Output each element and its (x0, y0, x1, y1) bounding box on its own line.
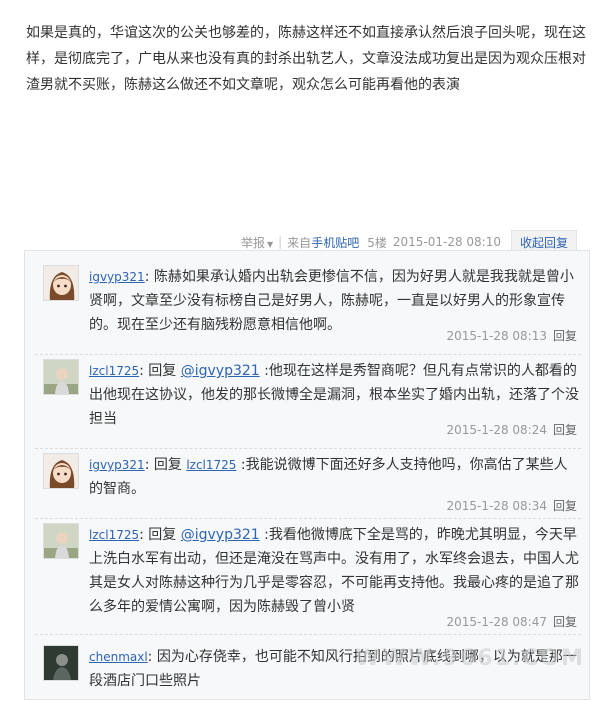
username-link[interactable]: lzcl1725 (89, 364, 139, 378)
report-link[interactable]: 举报 ▼ (241, 234, 273, 251)
post-text: 如果是真的，华谊这次的公关也够差的，陈赫这样还不如直接承认然后浪子回头呢，现在这… (26, 25, 586, 93)
reply-time: 2015-1-28 08:47 (446, 615, 547, 629)
avatar[interactable] (43, 523, 79, 559)
divider (35, 634, 581, 635)
mention-link[interactable]: @igvyp321 (181, 363, 260, 379)
floor-number: 5楼 (367, 235, 387, 250)
reply-time: 2015-1-28 08:24 (446, 423, 547, 437)
mention-link[interactable]: lzcl1725 (186, 458, 236, 472)
avatar[interactable] (43, 265, 79, 301)
mention-link[interactable]: @igvyp321 (181, 527, 260, 543)
from-label: 来自 (287, 235, 312, 250)
reply-button[interactable]: 回复 (553, 423, 577, 437)
watermark: WWW.9661.COM (355, 646, 585, 671)
list-item: lzcl1725: 回复 @igvyp321 :我看他微博底下全是骂的，昨晚尤其… (25, 523, 589, 635)
divider (35, 448, 581, 449)
list-item: lzcl1725: 回复 @igvyp321 :他现在这样是秀智商呢？但凡有点常… (25, 359, 589, 449)
child-avatar-icon (44, 360, 78, 394)
reply-button[interactable]: 回复 (553, 499, 577, 513)
reply-meta: 2015-1-28 08:24 回复 (446, 421, 577, 438)
post-time: 2015-01-28 08:10 (392, 235, 501, 249)
client-link[interactable]: 手机贴吧 (311, 234, 359, 251)
child-avatar-icon (44, 524, 78, 558)
reply-content: igvyp321: 回复 lzcl1725 :我能说微博下面还好多人支持他吗，你… (89, 457, 568, 497)
avatar[interactable] (43, 453, 79, 489)
reply-text: 陈赫如果承认婚内出轨会更惨信不信，因为好男人就是我我就是曾小贤啊，文章至少没有标… (89, 269, 574, 333)
reply-time: 2015-1-28 08:13 (446, 329, 547, 343)
reply-meta: 2015-1-28 08:13 回复 (446, 327, 577, 344)
username-link[interactable]: chenmaxl (89, 650, 148, 664)
dark-avatar-icon (44, 646, 78, 680)
username-link[interactable]: igvyp321 (89, 270, 145, 284)
reply-prefix: 回复 (148, 363, 177, 379)
username-link[interactable]: igvyp321 (89, 458, 145, 472)
post-tail: 举报 ▼ | 来自 手机贴吧 5楼 2015-01-28 08:10 收起回复 (0, 226, 595, 254)
report-label: 举报 (240, 235, 265, 250)
list-item: igvyp321: 回复 lzcl1725 :我能说微博下面还好多人支持他吗，你… (25, 453, 589, 519)
avatar[interactable] (43, 359, 79, 395)
reply-list: igvyp321: 陈赫如果承认婚内出轨会更惨信不信，因为好男人就是我我就是曾小… (24, 250, 590, 700)
username-link[interactable]: lzcl1725 (89, 528, 139, 542)
list-item: igvyp321: 陈赫如果承认婚内出轨会更惨信不信，因为好男人就是我我就是曾小… (25, 265, 589, 355)
reply-time: 2015-1-28 08:34 (446, 499, 547, 513)
reply-meta: 2015-1-28 08:47 回复 (446, 613, 577, 630)
reply-prefix: 回复 (148, 527, 177, 543)
reply-button[interactable]: 回复 (553, 329, 577, 343)
girl-avatar-icon (44, 454, 78, 488)
reply-button[interactable]: 回复 (553, 615, 577, 629)
post-content: 如果是真的，华谊这次的公关也够差的，陈赫这样还不如直接承认然后浪子回头呢，现在这… (26, 20, 586, 98)
avatar[interactable] (43, 645, 79, 681)
reply-meta: 2015-1-28 08:34 回复 (446, 497, 577, 514)
girl-avatar-icon (44, 266, 78, 300)
reply-content: lzcl1725: 回复 @igvyp321 :我看他微博底下全是骂的，昨晚尤其… (89, 527, 579, 615)
divider (35, 518, 581, 519)
divider: | (278, 235, 283, 249)
reply-prefix: 回复 (153, 457, 182, 473)
divider (35, 354, 581, 355)
caret-down-icon: ▼ (266, 239, 274, 249)
